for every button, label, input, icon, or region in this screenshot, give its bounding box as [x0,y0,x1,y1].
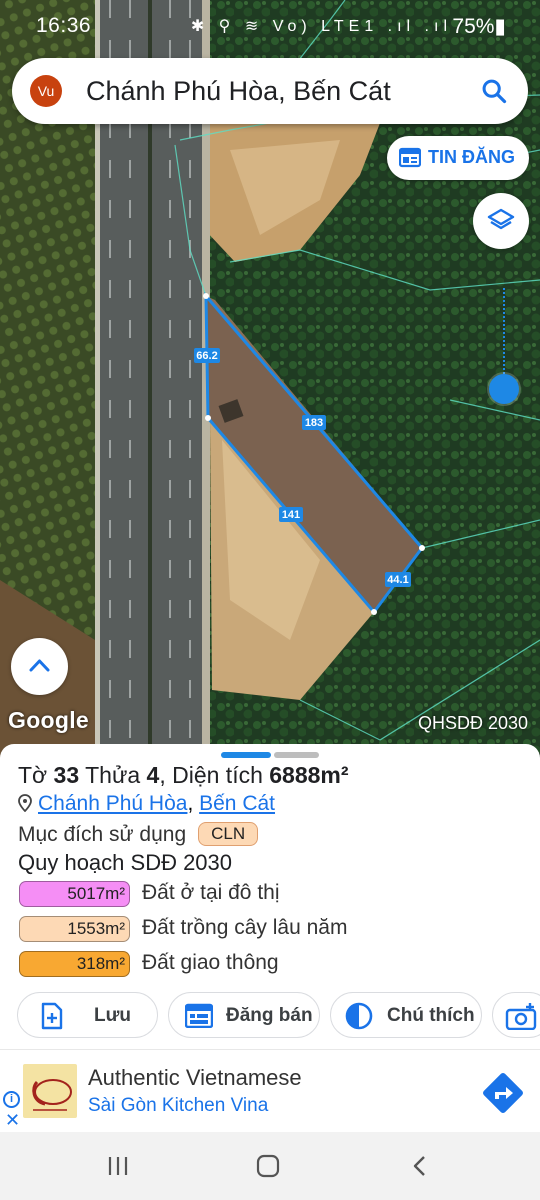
contrast-icon [345,1002,373,1030]
overlay-label: QHSDĐ 2030 [417,713,528,733]
comma: , [187,792,200,815]
parcel-location: Chánh Phú Hòa, Bến Cát [18,792,275,816]
search-icon[interactable] [480,77,508,105]
zone-row: 1553m² Đất trồng cây lâu năm [19,916,347,942]
zone-area: 1553m² [19,916,130,942]
legend-button[interactable]: Chú thích [330,992,482,1038]
sheet-handle-inactive[interactable] [274,752,319,758]
directions-icon[interactable] [478,1068,528,1118]
search-bar[interactable]: Vu Chánh Phú Hòa, Bến Cát [12,58,528,124]
edge-label-4: 44.1 [387,574,408,586]
layers-button[interactable] [473,193,529,249]
zone-label: Đất ở tại đô thị [142,881,280,904]
tin-dang-label: TIN ĐĂNG [428,147,515,167]
sheet-handle-active[interactable] [221,752,271,758]
location-trail [503,288,505,374]
zone-area: 5017m² [19,881,130,907]
to-value: 33 [53,762,80,788]
edge-label-3: 141 [282,509,300,521]
parcel-title: Tờ 33 Thửa 4, Diện tích 6888m² [18,762,349,789]
tin-dang-button[interactable]: TIN ĐĂNG [387,136,529,180]
listing-icon [399,147,421,168]
edge-label-1: 66.2 [196,350,217,362]
system-nav-bar [0,1132,540,1200]
ad-info-icon[interactable]: i [3,1091,20,1108]
status-time: 16:36 [36,14,92,37]
legend-label: Chú thích [387,1005,475,1026]
to-label: Tờ [18,762,48,788]
area-value: 6888m² [269,762,349,788]
add-photo-button[interactable] [492,992,540,1038]
ad-close-icon[interactable]: ✕ [5,1110,20,1131]
ad-logo[interactable] [23,1064,77,1118]
purpose-label: Mục đích sử dụng [18,823,187,846]
chevron-up-icon [29,659,50,672]
thua-value: 4 [146,762,160,788]
my-location-dot[interactable] [489,374,519,404]
purpose-row: Mục đích sử dụng CLN [18,822,259,847]
calendar-icon [185,1003,213,1028]
map-view[interactable]: 66.2 183 141 44.1 16:36 ✱ ⚲ ≋ Vo) LTE1 .… [0,0,540,760]
battery-indicator: 75%▮ [452,15,506,38]
post-sale-button[interactable]: Đăng bán [168,992,320,1038]
back-icon[interactable] [408,1154,432,1178]
ad-title[interactable]: Authentic Vietnamese [88,1065,302,1091]
zone-label: Đất trồng cây lâu năm [142,916,348,939]
location-pin-icon [18,794,32,812]
home-icon[interactable] [256,1154,280,1178]
status-icons: ✱ ⚲ ≋ Vo) LTE1 .ıl .ıl [190,18,452,35]
plan-title: Quy hoạch SDĐ 2030 [18,850,233,875]
restaurant-logo-icon [32,1079,72,1111]
zone-row: 318m² Đất giao thông [19,951,279,977]
camera-plus-icon [505,1003,537,1030]
layers-icon [487,208,515,230]
zone-area: 318m² [19,951,130,977]
expand-up-button[interactable] [11,638,68,695]
ward-link[interactable]: Chánh Phú Hòa [38,792,187,815]
save-label: Lưu [94,1005,131,1026]
google-logo: Google [8,707,90,733]
ad-banner[interactable]: i ✕ Authentic Vietnamese Sài Gòn Kitchen… [0,1049,540,1132]
save-button[interactable]: Lưu [17,992,158,1038]
zone-row: 5017m² Đất ở tại đô thị [19,881,280,907]
status-bar: 16:36 ✱ ⚲ ≋ Vo) LTE1 .ıl .ıl 75%▮ [0,0,540,52]
purpose-code-badge: CLN [198,822,259,846]
add-document-icon [41,1002,63,1030]
parcel-info-sheet: Tờ 33 Thửa 4, Diện tích 6888m² Chánh Phú… [0,744,540,1049]
area-label: , Diện tích [159,762,263,788]
thua-label: Thửa [85,762,141,788]
post-sale-label: Đăng bán [226,1005,313,1026]
avatar[interactable]: Vu [30,75,62,107]
ad-subtitle[interactable]: Sài Gòn Kitchen Vina [88,1095,268,1117]
edge-label-2: 183 [305,417,323,429]
district-link[interactable]: Bến Cát [199,792,275,815]
recent-apps-icon[interactable] [106,1154,130,1178]
search-query[interactable]: Chánh Phú Hòa, Bến Cát [86,76,391,107]
zone-label: Đất giao thông [142,951,279,974]
